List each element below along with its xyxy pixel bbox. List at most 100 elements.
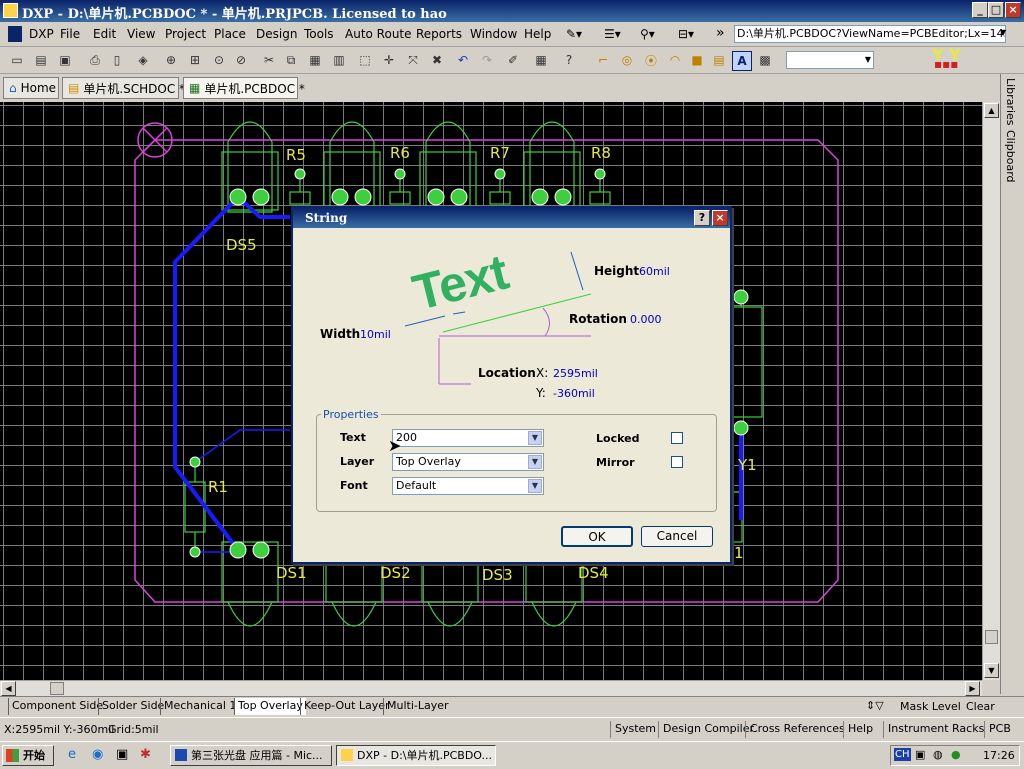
tab-home[interactable]: ⌂ Home (3, 77, 59, 99)
scroll-left-icon[interactable]: ◀ (1, 681, 16, 696)
help-icon[interactable]: ? (560, 51, 578, 69)
vertical-scrollbar[interactable]: ▲ ▼ (982, 102, 1000, 680)
input-language-indicator[interactable]: CH (894, 748, 911, 761)
font-dropdown-icon[interactable]: ▼ (528, 479, 542, 493)
y-value[interactable]: -360mil (553, 387, 595, 400)
toolbar-layers-icon[interactable]: ☰▾ (604, 27, 621, 41)
new-icon[interactable]: ▭ (8, 51, 26, 69)
layer-tab-multi-layer[interactable]: Multi-Layer (383, 698, 452, 715)
polygon-icon[interactable]: ▤ (710, 51, 728, 69)
clear-icon[interactable]: ✖ (428, 51, 446, 69)
menu-auto-route[interactable]: Auto Route (345, 27, 412, 41)
fill-icon[interactable]: ■ (688, 51, 706, 69)
horizontal-scrollbar[interactable]: ◀ ▶ (0, 680, 982, 697)
move-icon[interactable]: ✛ (380, 51, 398, 69)
menu-tools[interactable]: Tools (304, 27, 334, 41)
print-preview-icon[interactable]: ▯ (108, 51, 126, 69)
cancel-button[interactable]: Cancel (641, 526, 713, 547)
menu-file[interactable]: File (60, 27, 80, 41)
clipboard-panel-tab[interactable]: Clipboard (1004, 130, 1017, 183)
locked-checkbox[interactable] (671, 432, 683, 444)
zoom-area-icon[interactable]: ⊞ (186, 51, 204, 69)
task-word-document[interactable]: 第三张光盘 应用篇 - Mic... (170, 745, 332, 766)
undo-icon[interactable]: ↶ (454, 51, 472, 69)
toolbar-chevron-icon[interactable]: » (716, 25, 725, 41)
open-icon[interactable]: ▤ (32, 51, 50, 69)
place-string-icon[interactable]: A (732, 51, 752, 71)
x-value[interactable]: 2595mil (553, 367, 598, 380)
layer-stack-icon[interactable]: ◈ (134, 51, 152, 69)
layer-tab-component-side[interactable]: Component Side (8, 698, 106, 715)
menu-reports[interactable]: Reports (416, 27, 462, 41)
toolbar-pen-icon[interactable]: ✎▾ (566, 27, 582, 41)
clear-button[interactable]: Clear (966, 700, 995, 713)
arc-icon[interactable]: ◠ (666, 51, 684, 69)
menu-window[interactable]: Window (470, 27, 517, 41)
tray-app-icon[interactable]: ▣ (915, 748, 925, 761)
mirror-checkbox[interactable] (671, 456, 683, 468)
copy-icon[interactable]: ⧉ (282, 51, 300, 69)
text-dropdown-icon[interactable]: ▼ (528, 431, 542, 445)
close-button[interactable]: × (1005, 2, 1021, 18)
design-compiler-button[interactable]: Design Compiler (658, 721, 758, 738)
layer-tab-mechanical-1[interactable]: Mechanical 1 (160, 698, 239, 715)
height-value[interactable]: 60mil (639, 265, 670, 278)
browse-icon[interactable]: ▦ (532, 51, 550, 69)
layer-combo[interactable]: Top Overlay ▼ (392, 453, 544, 471)
toolbar-ruler-icon[interactable]: ⊟▾ (678, 27, 694, 41)
via-icon[interactable]: ⦿ (642, 51, 660, 69)
menu-project[interactable]: Project (165, 27, 206, 41)
toolbar-combo[interactable]: ▼ (786, 51, 874, 69)
tray-network-icon[interactable]: ● (951, 748, 961, 761)
instrument-racks-button[interactable]: Instrument Racks (883, 721, 988, 738)
quicklaunch-media-icon[interactable]: ✱ (140, 747, 151, 762)
layer-tab-solder-side[interactable]: Solder Side (98, 698, 167, 715)
zoom-in-icon[interactable]: ⊙ (210, 51, 228, 69)
tab-schdoc[interactable]: ▤ 单片机.SCHDOC * (62, 77, 185, 99)
toolbar-find-icon[interactable]: ⚲▾ (640, 27, 655, 41)
menu-edit[interactable]: Edit (93, 27, 116, 41)
horizontal-scroll-thumb[interactable] (50, 682, 64, 695)
save-icon[interactable]: ▣ (56, 51, 74, 69)
font-combo[interactable]: Default ▼ (392, 477, 544, 495)
width-value[interactable]: 10mil (360, 328, 391, 341)
start-button[interactable]: 开始 (2, 745, 54, 766)
menu-place[interactable]: Place (214, 27, 246, 41)
scroll-down-icon[interactable]: ▼ (984, 663, 999, 678)
highlight-icon[interactable]: ✐ (504, 51, 522, 69)
libraries-panel-tab[interactable]: Libraries (1004, 78, 1017, 126)
task-dxp[interactable]: DXP - D:\单片机.PCBDO... (336, 745, 496, 766)
tray-speaker-icon[interactable]: ◍ (933, 748, 943, 761)
system-button[interactable]: System (610, 721, 660, 738)
menu-design[interactable]: Design (256, 27, 297, 41)
rotation-value[interactable]: 0.000 (630, 313, 662, 326)
scroll-right-icon[interactable]: ▶ (965, 681, 980, 696)
zoom-out-icon[interactable]: ⊘ (232, 51, 250, 69)
tab-pcbdoc[interactable]: ▦ 单片机.PCBDOC * (183, 77, 305, 99)
menu-dxp[interactable]: DXP (29, 27, 54, 41)
dialog-title-bar[interactable]: String ? × (293, 208, 730, 228)
quicklaunch-outlook-icon[interactable]: ◉ (92, 747, 103, 762)
text-combo[interactable]: 200 ▼ (392, 429, 544, 447)
zoom-fit-icon[interactable]: ⊕ (162, 51, 180, 69)
pcb-panel-button[interactable]: PCB (984, 721, 1015, 738)
layer-dropdown-icon[interactable]: ▼ (528, 455, 542, 469)
dialog-help-button[interactable]: ? (694, 210, 710, 226)
mask-level-button[interactable]: Mask Level (900, 700, 961, 713)
quicklaunch-ie-icon[interactable]: e (68, 747, 76, 762)
menu-view[interactable]: View (127, 27, 155, 41)
print-icon[interactable]: ⎙ (86, 51, 104, 69)
vertical-scroll-thumb[interactable] (985, 630, 998, 644)
deselect-icon[interactable]: ⤧ (404, 51, 422, 69)
minimize-button[interactable]: _ (972, 2, 988, 18)
redo-icon[interactable]: ↷ (478, 51, 496, 69)
ok-button[interactable]: OK (561, 526, 633, 547)
dialog-close-button[interactable]: × (712, 210, 728, 226)
menu-help[interactable]: Help (524, 27, 551, 41)
rubber-stamp-icon[interactable]: ▥ (330, 51, 348, 69)
cut-icon[interactable]: ✂ (260, 51, 278, 69)
cross-references-button[interactable]: Cross References (745, 721, 849, 738)
layer-tab-keep-out[interactable]: Keep-Out Layer (300, 698, 393, 715)
maximize-button[interactable]: □ (988, 2, 1004, 18)
select-area-icon[interactable]: ⬚ (356, 51, 374, 69)
